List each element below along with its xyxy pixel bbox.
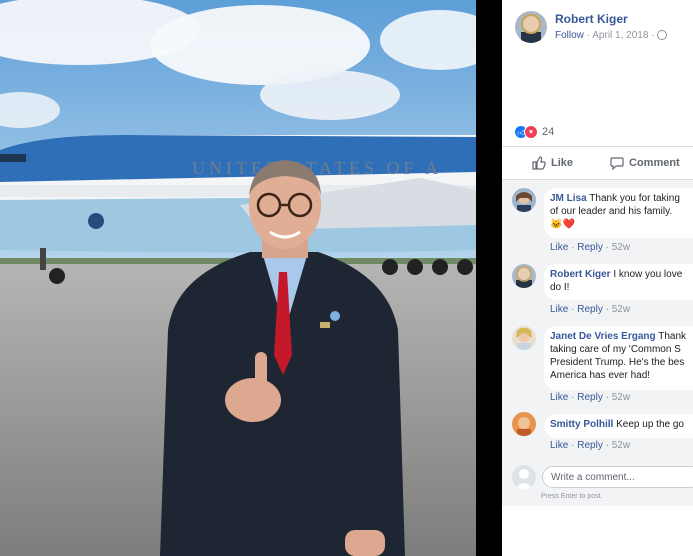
post-date[interactable]: April 1, 2018 xyxy=(592,30,648,41)
comment-bubble: JM Lisa Thank you for taking of our lead… xyxy=(544,188,693,238)
follow-link[interactable]: Follow xyxy=(555,30,584,41)
comment-bubble: Janet De Vries Ergang Thank taking care … xyxy=(544,326,693,390)
author-name[interactable]: Robert Kiger xyxy=(555,12,628,26)
commenter-avatar-image xyxy=(512,412,536,436)
comment-meta: Like · Reply · 52w xyxy=(550,392,631,403)
post-meta: Follow · April 1, 2018 · xyxy=(555,30,668,41)
thumbs-up-icon xyxy=(532,156,546,170)
comment-author[interactable]: Smitty Polhill xyxy=(550,419,613,430)
post-sidebar: Robert Kiger Follow · April 1, 2018 · 👍︎… xyxy=(502,0,693,556)
composer-hint: Press Enter to post. xyxy=(541,493,603,500)
author-avatar[interactable] xyxy=(515,11,547,43)
comment-meta: Like · Reply · 52w xyxy=(550,304,631,315)
comment-reply-link[interactable]: Reply xyxy=(577,242,603,253)
comment-time[interactable]: 52w xyxy=(612,392,630,403)
comment-emoji: 🐱❤️ xyxy=(550,219,575,230)
post-photo[interactable]: UNITED STATES OF A xyxy=(0,0,476,556)
viewer-divider xyxy=(476,0,502,556)
comment-bubble: Smitty Polhill Keep up the go xyxy=(544,414,693,438)
comment-reply-link[interactable]: Reply xyxy=(577,440,603,451)
love-reaction-icon: ♥ xyxy=(524,125,538,139)
commenter-avatar[interactable] xyxy=(512,412,536,436)
comment-icon xyxy=(610,157,624,170)
comment-text: I know you love xyxy=(613,269,683,280)
comment-time[interactable]: 52w xyxy=(612,304,630,315)
comment-text: Thank xyxy=(658,331,687,342)
comment-author[interactable]: Robert Kiger xyxy=(550,269,611,280)
commenter-avatar[interactable] xyxy=(512,188,536,212)
comment-button[interactable]: Comment xyxy=(610,156,680,170)
comment-reply-link[interactable]: Reply xyxy=(577,392,603,403)
meta-separator-2: · xyxy=(651,30,655,41)
comment-time[interactable]: 52w xyxy=(612,242,630,253)
reaction-summary[interactable]: 👍︎ ♥ 24 xyxy=(514,125,554,139)
comment-like-link[interactable]: Like xyxy=(550,392,568,403)
author-avatar-image xyxy=(515,11,547,43)
comment-meta: Like · Reply · 52w xyxy=(550,440,631,451)
comment-like-link[interactable]: Like xyxy=(550,242,568,253)
like-button-label: Like xyxy=(551,157,574,169)
like-button[interactable]: Like xyxy=(532,156,573,170)
divider-top xyxy=(502,146,693,147)
meta-separator: · xyxy=(586,30,591,41)
comment-author[interactable]: JM Lisa xyxy=(550,193,587,204)
comment-like-link[interactable]: Like xyxy=(550,304,568,315)
plane-lettering: UNITED STATES OF A xyxy=(192,158,442,178)
commenter-avatar[interactable] xyxy=(512,264,536,288)
commenter-avatar[interactable] xyxy=(512,326,536,350)
commenter-avatar-image xyxy=(512,188,536,212)
comment-author[interactable]: Janet De Vries Ergang xyxy=(550,331,656,342)
comment-text-line2: taking care of my 'Common S xyxy=(550,344,681,355)
comment-text-line4: America has ever had! xyxy=(550,370,651,381)
comment-meta: Like · Reply · 52w xyxy=(550,242,631,253)
reaction-count: 24 xyxy=(542,126,555,138)
comment-text-line3: President Trump. He's the bes xyxy=(550,357,685,368)
comment-like-link[interactable]: Like xyxy=(550,440,568,451)
current-user-avatar xyxy=(512,465,536,489)
comment-text-line2: of our leader and his family. xyxy=(550,206,673,217)
comment-input[interactable]: Write a comment... xyxy=(542,466,693,488)
commenter-avatar-image xyxy=(512,264,536,288)
comment-reply-link[interactable]: Reply xyxy=(577,304,603,315)
comment-button-label: Comment xyxy=(629,157,680,169)
comment-bubble: Robert Kiger I know you love do I! xyxy=(544,264,693,300)
photo-scene: UNITED STATES OF A xyxy=(0,0,476,556)
comment-text-line2: do I! xyxy=(550,282,570,293)
comment-text: Thank you for taking xyxy=(589,193,680,204)
comment-time[interactable]: 52w xyxy=(612,440,630,451)
default-user-icon xyxy=(515,469,533,489)
comment-text: Keep up the go xyxy=(616,419,684,430)
globe-icon xyxy=(657,30,668,41)
commenter-avatar-image xyxy=(512,326,536,350)
